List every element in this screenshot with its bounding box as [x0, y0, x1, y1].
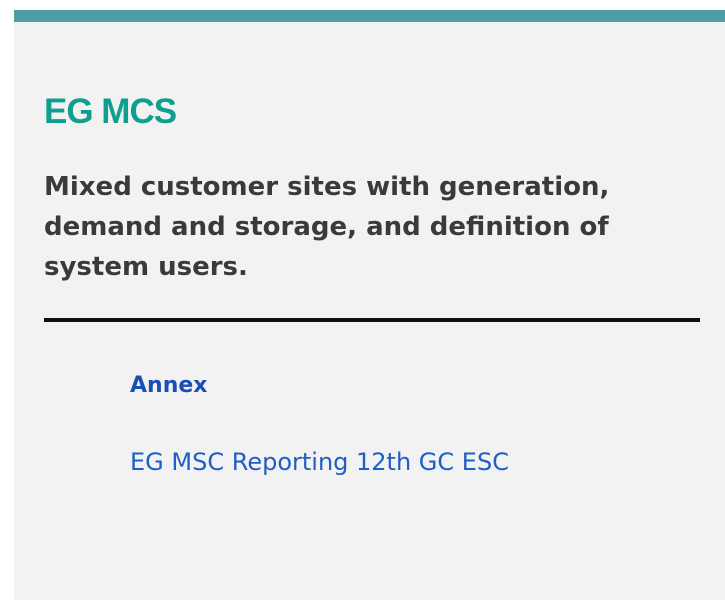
card-title: EG MCS — [44, 92, 177, 131]
card-description: Mixed customer sites with generation, de… — [44, 172, 610, 282]
annex-document-link[interactable]: EG MSC Reporting 12th GC ESC — [130, 446, 509, 478]
annex-heading: Annex — [130, 373, 208, 398]
info-card: EG MCS Mixed customer sites with generat… — [14, 10, 725, 600]
divider — [44, 318, 700, 322]
